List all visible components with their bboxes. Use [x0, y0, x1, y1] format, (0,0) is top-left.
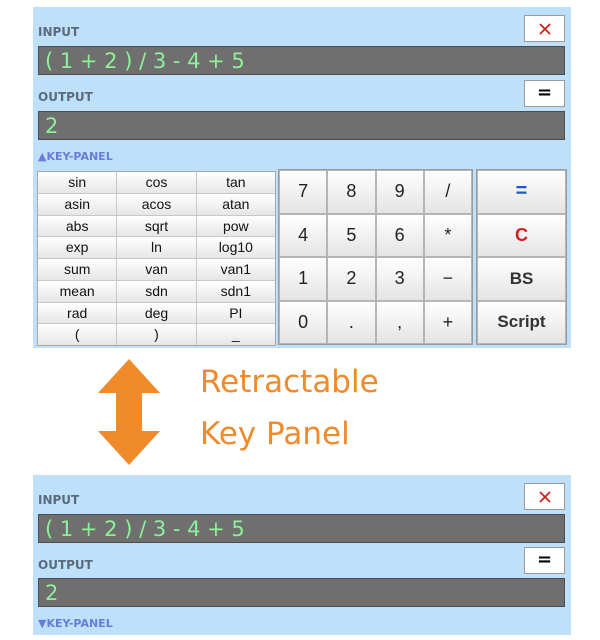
backspace-button[interactable]: BS [477, 257, 566, 301]
calculator-panel-collapsed: INPUT ( 1 + 2 ) / 3 - 4 + 5 OUTPUT = 2 ▼… [33, 475, 571, 635]
function-key-grid: sin cos tan asin acos atan abs sqrt pow exp ln log1… [37, 171, 276, 346]
keypad-key-10[interactable]: 3 [375, 257, 424, 301]
input-label: INPUT [38, 493, 80, 507]
function-key-12[interactable]: sum [38, 259, 117, 280]
function-key-23[interactable]: _ [196, 324, 275, 345]
function-key-3[interactable]: asin [38, 193, 117, 215]
keypad-key-12[interactable]: 0 [279, 300, 328, 344]
input-field[interactable]: ( 1 + 2 ) / 3 - 4 + 5 [38, 46, 565, 75]
keypad-key-7[interactable]: * [423, 213, 472, 257]
key-panel-toggle[interactable]: ▼KEY-PANEL [38, 617, 113, 630]
function-key-16[interactable]: sdn [117, 280, 196, 302]
function-key-21[interactable]: ( [38, 324, 117, 345]
double-arrow-icon [98, 359, 160, 465]
keypad-key-3[interactable]: / [423, 170, 472, 214]
script-button[interactable]: Script [477, 300, 566, 344]
function-key-22[interactable]: ) [117, 324, 196, 345]
function-key-13[interactable]: van [117, 259, 196, 280]
numeric-key-grid: 7 8 9/ 4 5 6 * 1 2 3− 0., + [278, 169, 473, 345]
keypad-key-8[interactable]: 1 [279, 257, 328, 301]
keypad-key-0[interactable]: 7 [279, 170, 328, 214]
function-key-5[interactable]: atan [196, 193, 275, 215]
keypad-key-5[interactable]: 5 [327, 213, 376, 257]
function-key-8[interactable]: pow [196, 215, 275, 237]
function-key-15[interactable]: mean [38, 280, 117, 302]
key-panel-toggle[interactable]: ▲KEY-PANEL [38, 150, 113, 163]
function-key-10[interactable]: ln [117, 237, 196, 258]
keypad-key-13[interactable]: . [327, 300, 376, 344]
keypad-key-11[interactable]: − [423, 257, 472, 301]
control-key-column: = C BS Script [476, 169, 567, 345]
close-icon [538, 490, 551, 503]
output-label: OUTPUT [38, 558, 93, 572]
evaluate-button[interactable]: = [524, 547, 565, 574]
equals-button[interactable]: = [477, 170, 566, 214]
keypad-key-2[interactable]: 9 [375, 170, 424, 214]
function-key-11[interactable]: log10 [196, 237, 275, 258]
clear-button[interactable]: C [477, 213, 566, 257]
caption-line-2: Key Panel [200, 416, 350, 452]
function-key-17[interactable]: sdn1 [196, 280, 275, 302]
keypad-key-1[interactable]: 8 [327, 170, 376, 214]
input-field[interactable]: ( 1 + 2 ) / 3 - 4 + 5 [38, 514, 565, 543]
function-key-18[interactable]: rad [38, 302, 117, 324]
output-field: 2 [38, 578, 565, 607]
keypad-key-14[interactable]: , [375, 300, 424, 344]
keypad-key-4[interactable]: 4 [279, 213, 328, 257]
output-field: 2 [38, 111, 565, 140]
close-button[interactable] [524, 483, 565, 510]
keypad-key-15[interactable]: + [423, 300, 472, 344]
function-key-19[interactable]: deg [117, 302, 196, 324]
function-key-9[interactable]: exp [38, 237, 117, 258]
function-key-0[interactable]: sin [38, 172, 117, 193]
function-key-4[interactable]: acos [117, 193, 196, 215]
function-key-14[interactable]: van1 [196, 259, 275, 280]
input-label: INPUT [38, 25, 80, 39]
keypad-key-9[interactable]: 2 [327, 257, 376, 301]
calculator-panel-expanded: INPUT ( 1 + 2 ) / 3 - 4 + 5 OUTPUT = 2 ▲… [33, 7, 571, 348]
close-button[interactable] [524, 15, 565, 42]
function-key-20[interactable]: PI [196, 302, 275, 324]
function-key-7[interactable]: sqrt [117, 215, 196, 237]
function-key-6[interactable]: abs [38, 215, 117, 237]
keypad-key-6[interactable]: 6 [375, 213, 424, 257]
function-key-2[interactable]: tan [196, 172, 275, 193]
caption-line-1: Retractable [200, 364, 379, 400]
close-icon [538, 22, 551, 35]
output-label: OUTPUT [38, 90, 93, 104]
function-key-1[interactable]: cos [117, 172, 196, 193]
evaluate-button[interactable]: = [524, 80, 565, 107]
